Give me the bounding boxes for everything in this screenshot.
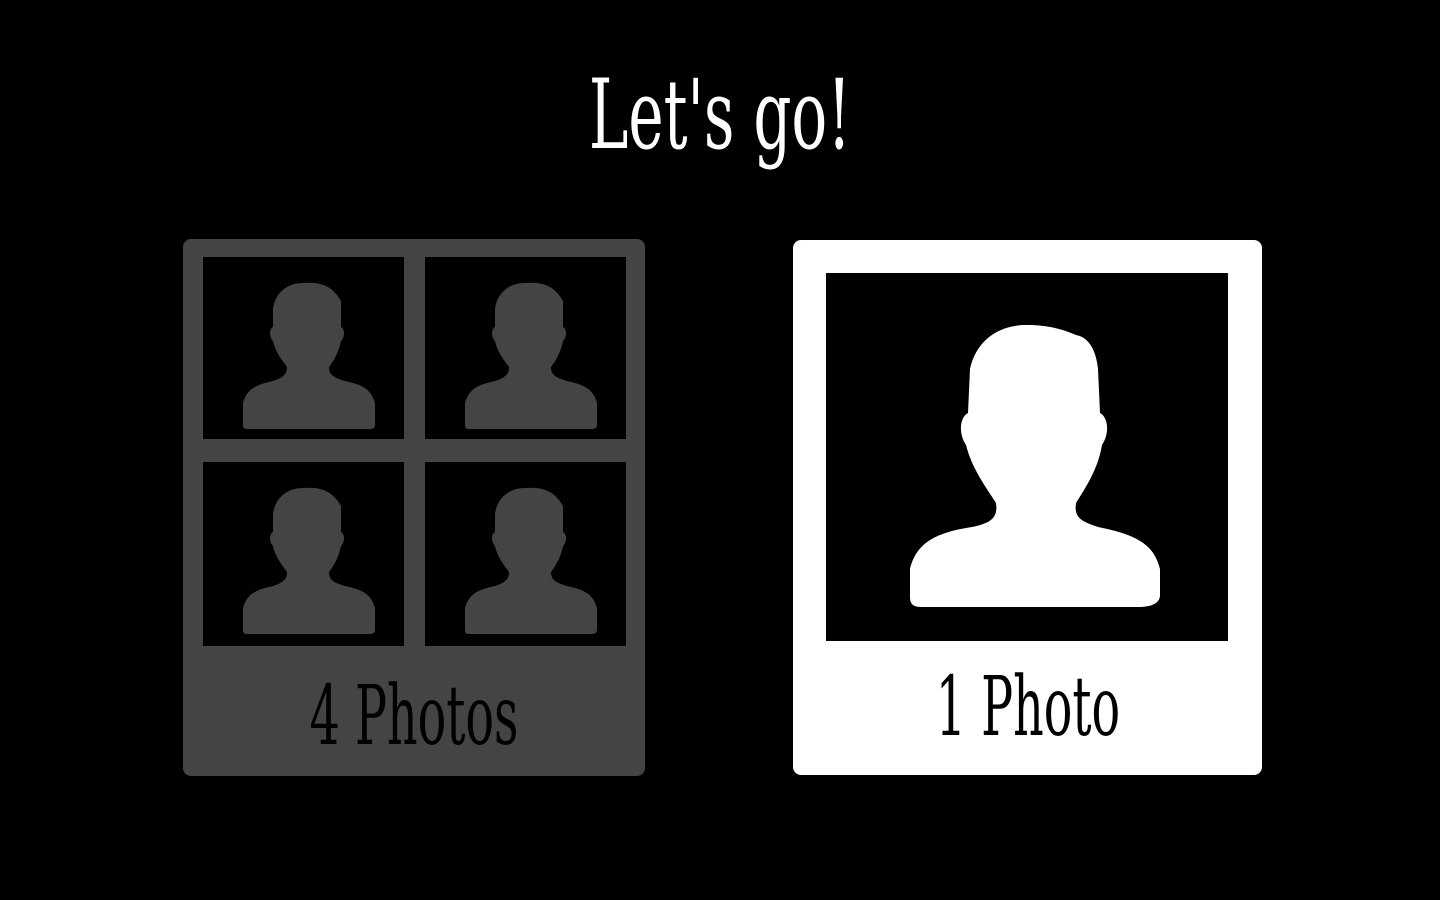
one-photo-label: 1 Photo	[935, 660, 1120, 755]
photo-frame-single	[826, 273, 1228, 641]
person-silhouette-icon	[243, 282, 375, 429]
person-silhouette-icon	[910, 325, 1160, 607]
person-silhouette-icon	[465, 487, 597, 634]
photo-frame-3	[203, 462, 404, 646]
one-photo-option[interactable]: 1 Photo	[793, 240, 1262, 775]
four-photos-label: 4 Photos	[309, 669, 519, 764]
photo-frame-4	[425, 462, 626, 646]
photo-frame-2	[425, 257, 626, 439]
person-silhouette-icon	[243, 487, 375, 634]
page-title: Let's go!	[588, 59, 852, 171]
photo-frame-1	[203, 257, 404, 439]
four-photos-option[interactable]: 4 Photos	[183, 239, 645, 776]
photo-layout-screen: Let's go! 4 Photos 1 Photo	[0, 0, 1440, 900]
person-silhouette-icon	[465, 282, 597, 429]
